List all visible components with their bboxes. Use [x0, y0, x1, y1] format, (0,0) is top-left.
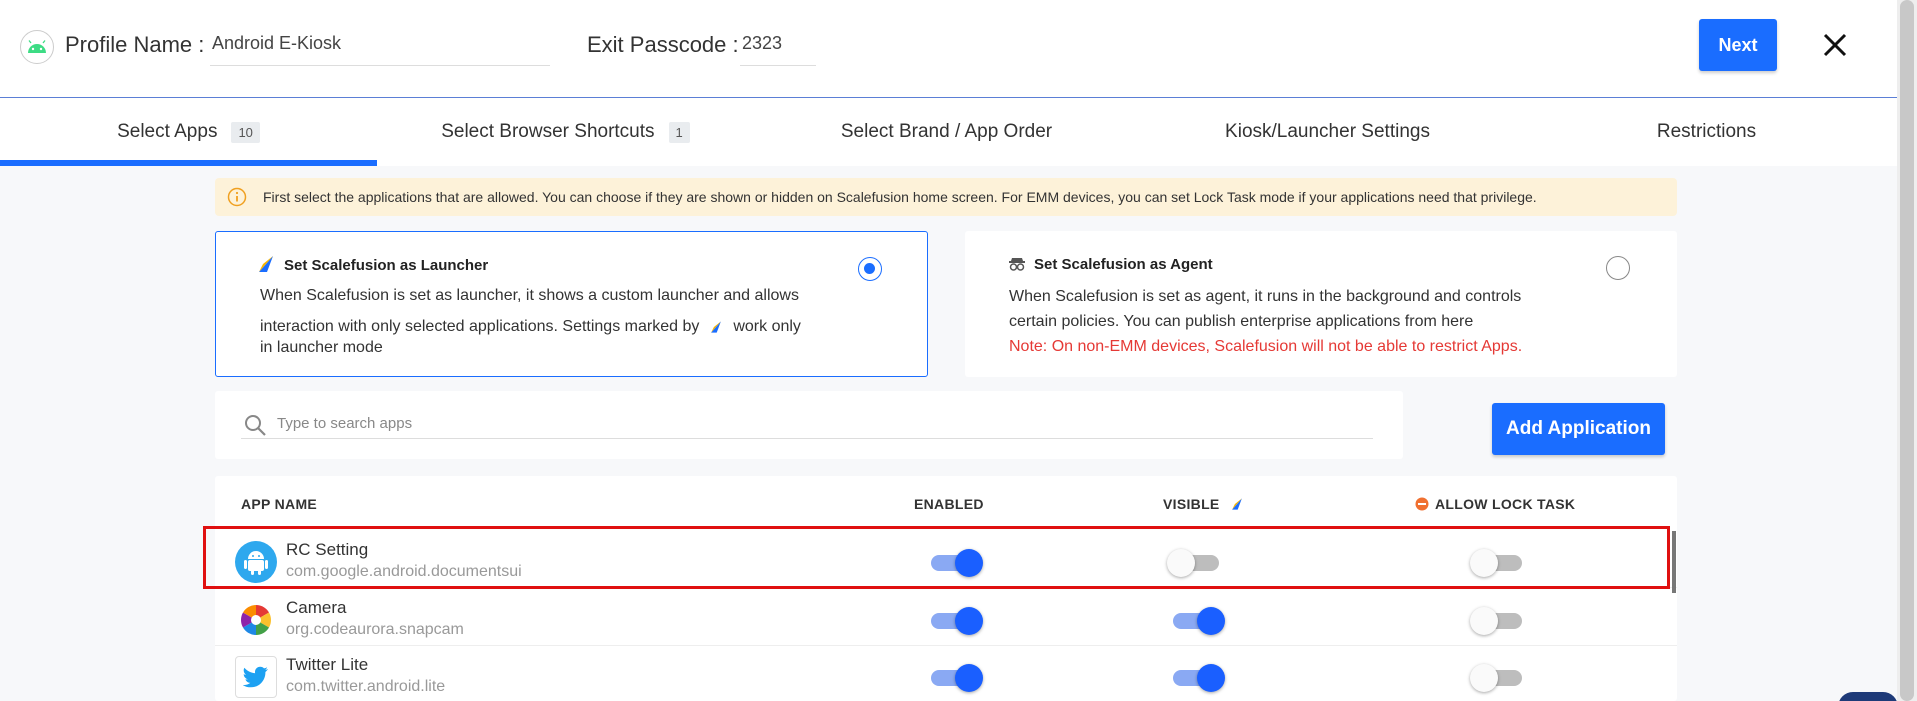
launcher-desc-line3: in launcher mode	[260, 339, 383, 356]
column-header-visible-label: VISIBLE	[1163, 496, 1220, 512]
info-text: First select the applications that are a…	[263, 189, 1537, 205]
table-row[interactable]: Camera org.codeaurora.snapcam	[215, 589, 1677, 646]
tab-label: Kiosk/Launcher Settings	[1225, 121, 1430, 142]
search-box	[215, 391, 1403, 459]
tab-select-apps[interactable]: Select Apps 10	[0, 98, 377, 166]
lock-task-icon	[1415, 497, 1429, 511]
next-button[interactable]: Next	[1699, 19, 1777, 71]
visible-toggle[interactable]	[1169, 663, 1225, 693]
enabled-toggle[interactable]	[927, 663, 983, 693]
exit-passcode-label: Exit Passcode :	[587, 32, 739, 57]
launcher-desc-line1: When Scalefusion is set as launcher, it …	[260, 287, 799, 304]
tab-count-badge: 10	[231, 121, 260, 143]
launcher-card-description: When Scalefusion is set as launcher, it …	[260, 280, 840, 342]
launcher-mode-card[interactable]: Set Scalefusion as Launcher When Scalefu…	[215, 231, 928, 377]
scalefusion-launcher-icon	[259, 256, 273, 272]
visible-toggle[interactable]	[1169, 606, 1225, 636]
agent-spy-icon	[1009, 258, 1025, 271]
column-header-lock-label: ALLOW LOCK TASK	[1435, 496, 1576, 512]
tab-label: Select Brand / App Order	[840, 121, 1053, 142]
android-logo-icon	[20, 30, 54, 64]
tab-restrictions[interactable]: Restrictions	[1516, 98, 1897, 166]
enabled-toggle[interactable]	[927, 606, 983, 636]
column-header-visible: VISIBLE	[1163, 496, 1244, 512]
app-name: Camera	[286, 598, 347, 617]
table-row[interactable]: Twitter Lite com.twitter.android.lite	[215, 646, 1677, 701]
active-tab-indicator	[0, 160, 377, 166]
lock-task-toggle[interactable]	[1470, 606, 1526, 636]
profile-name-input[interactable]: Android E-Kiosk	[210, 30, 550, 66]
launcher-radio[interactable]	[858, 257, 882, 281]
tab-bar: Select Apps 10 Select Browser Shortcuts …	[0, 98, 1897, 166]
tab-browser-shortcuts[interactable]: Select Browser Shortcuts 1	[377, 98, 754, 166]
column-header-app-name: APP NAME	[241, 496, 318, 512]
page: Profile Name : Android E-Kiosk Exit Pass…	[0, 0, 1917, 701]
profile-name-label: Profile Name :	[65, 32, 205, 57]
tab-brand-app-order[interactable]: Select Brand / App Order	[754, 98, 1139, 166]
tab-label: Select Apps	[117, 121, 218, 142]
close-icon[interactable]	[1818, 28, 1852, 62]
agent-card-title: Set Scalefusion as Agent	[1034, 256, 1213, 273]
table-scrollbar-thumb[interactable]	[1672, 531, 1676, 593]
agent-desc-line1: When Scalefusion is set as agent, it run…	[1009, 288, 1522, 305]
twitter-icon	[235, 656, 277, 698]
app-package: org.codeaurora.snapcam	[286, 621, 464, 638]
lock-task-toggle[interactable]	[1470, 663, 1526, 693]
search-field	[241, 413, 1373, 439]
scalefusion-launcher-icon	[711, 320, 722, 333]
info-banner: First select the applications that are a…	[215, 178, 1677, 216]
agent-card-description: When Scalefusion is set as agent, it run…	[1009, 284, 1589, 359]
tab-kiosk-launcher-settings[interactable]: Kiosk/Launcher Settings	[1139, 98, 1516, 166]
launcher-card-title: Set Scalefusion as Launcher	[284, 257, 489, 274]
agent-mode-card[interactable]: Set Scalefusion as Agent When Scalefusio…	[965, 231, 1677, 377]
app-package: com.twitter.android.lite	[286, 678, 446, 695]
exit-passcode-input[interactable]: 2323	[740, 30, 816, 66]
agent-radio[interactable]	[1606, 256, 1630, 280]
add-application-button[interactable]: Add Application	[1492, 403, 1665, 455]
tab-label: Restrictions	[1656, 121, 1757, 142]
tab-count-badge: 1	[668, 121, 690, 143]
info-icon	[227, 187, 247, 207]
tab-label: Select Browser Shortcuts	[441, 121, 655, 142]
page-scrollbar-thumb[interactable]	[1900, 0, 1914, 701]
agent-desc-line2: certain policies. You can publish enterp…	[1009, 313, 1474, 330]
column-header-enabled: ENABLED	[914, 496, 984, 512]
agent-note: Note: On non-EMM devices, Scalefusion wi…	[1009, 338, 1523, 355]
search-input[interactable]	[277, 415, 1357, 432]
app-name: Twitter Lite	[286, 655, 369, 674]
search-icon	[245, 415, 266, 436]
header: Profile Name : Android E-Kiosk Exit Pass…	[0, 0, 1897, 98]
camera-icon	[235, 599, 277, 641]
column-header-allow-lock-task: ALLOW LOCK TASK	[1415, 496, 1575, 512]
row-highlight-box	[203, 526, 1670, 589]
chat-fab-button[interactable]	[1838, 692, 1898, 701]
scalefusion-launcher-icon	[1231, 498, 1242, 510]
